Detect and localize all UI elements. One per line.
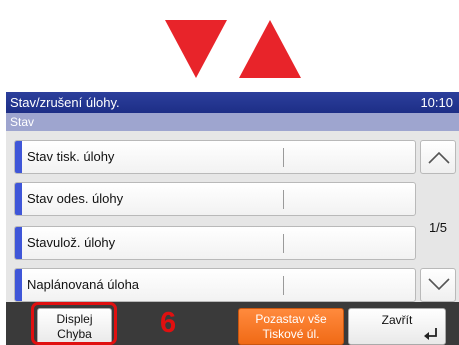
clock: 10:10 <box>420 95 453 110</box>
touch-panel: Stav/zrušení úlohy. 10:10 Stav Stav tisk… <box>6 92 459 345</box>
close-button[interactable]: Zavřít <box>348 308 446 345</box>
highlight-frame <box>31 302 117 345</box>
arrow-down-icon <box>165 20 227 78</box>
enter-icon <box>424 328 437 340</box>
chevron-down-icon <box>428 278 450 291</box>
navigation-arrows <box>0 20 459 78</box>
scroll-down-button[interactable] <box>420 268 456 302</box>
divider <box>283 276 284 295</box>
title-bar: Stav/zrušení úlohy. 10:10 <box>6 92 459 113</box>
pause-all-button[interactable]: Pozastav vše Tiskové úl. <box>238 308 344 345</box>
list-item[interactable]: Naplánovaná úloha <box>14 268 416 302</box>
pause-all-label-line2: Tiskové úl. <box>262 327 320 341</box>
chevron-up-icon <box>428 151 450 164</box>
item-accent <box>15 183 22 215</box>
pause-all-label-line1: Pozastav vše <box>255 312 327 326</box>
arrow-up-icon <box>239 20 301 78</box>
divider <box>283 234 284 253</box>
list-item-label: Stav odes. úlohy <box>27 191 124 206</box>
scroll-up-button[interactable] <box>420 140 456 174</box>
divider <box>283 190 284 209</box>
item-accent <box>15 269 22 301</box>
list-item-label: Stav tisk. úlohy <box>27 149 115 164</box>
page-indicator: 1/5 <box>428 220 448 235</box>
sub-header: Stav <box>6 113 459 131</box>
close-label: Zavřít <box>381 313 413 327</box>
list-item-label: Naplánovaná úloha <box>27 277 140 292</box>
step-number: 6 <box>160 307 177 339</box>
list-item[interactable]: Stav tisk. úlohy <box>14 140 416 174</box>
item-accent <box>15 227 22 259</box>
item-accent <box>15 141 22 173</box>
divider <box>283 148 284 167</box>
list-item[interactable]: Stav odes. úlohy <box>14 182 416 216</box>
list-item-label: Stavulož. úlohy <box>27 235 116 250</box>
list-item[interactable]: Stavulož. úlohy <box>14 226 416 260</box>
screen-title: Stav/zrušení úlohy. <box>10 95 120 110</box>
sub-header-label: Stav <box>10 115 35 129</box>
